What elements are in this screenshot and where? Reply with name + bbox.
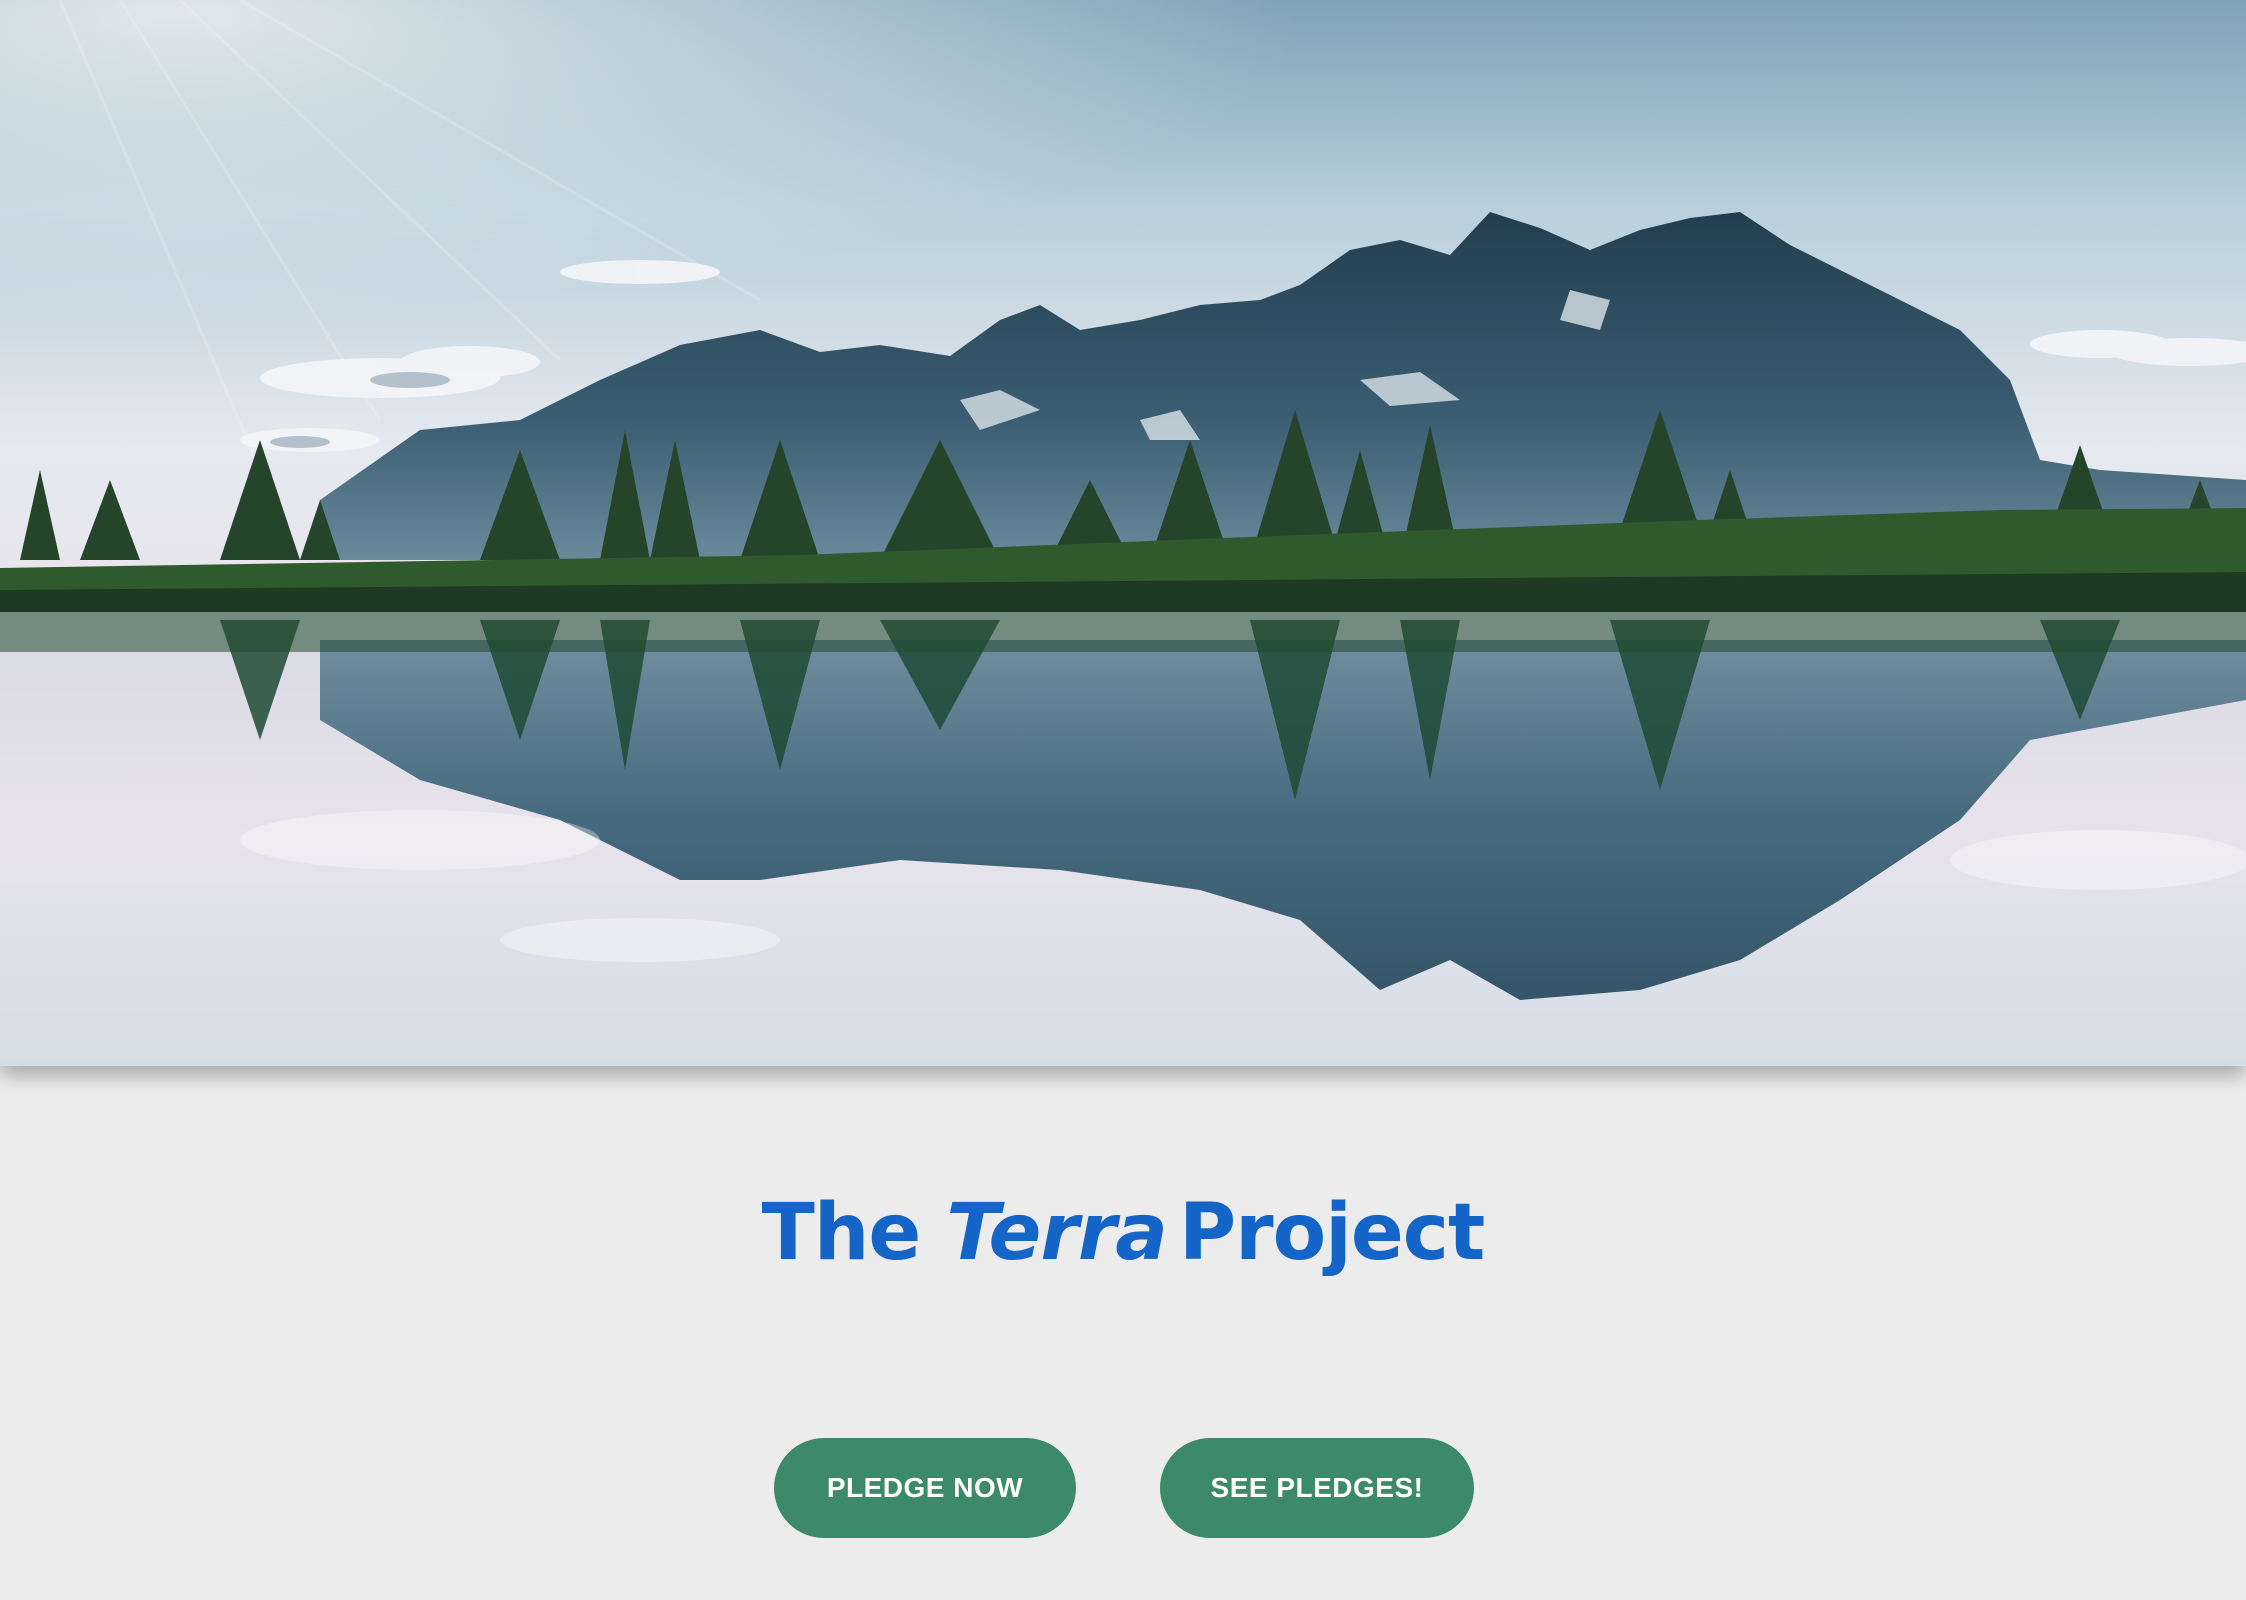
action-buttons: PLEDGE NOW SEE PLEDGES! [0,1438,2246,1538]
hero-image [0,0,2246,1066]
page: The Terra Project PLEDGE NOW SEE PLEDGES! [0,0,2246,1600]
page-title: The Terra Project [0,1178,2246,1288]
title-suffix: Project [1178,1188,1485,1278]
mountain-lake-landscape [0,0,2246,1066]
pledge-now-button[interactable]: PLEDGE NOW [774,1438,1076,1538]
title-emphasis: Terra [946,1188,1168,1278]
title-prefix: The [761,1188,922,1278]
see-pledges-button[interactable]: SEE PLEDGES! [1160,1438,1474,1538]
